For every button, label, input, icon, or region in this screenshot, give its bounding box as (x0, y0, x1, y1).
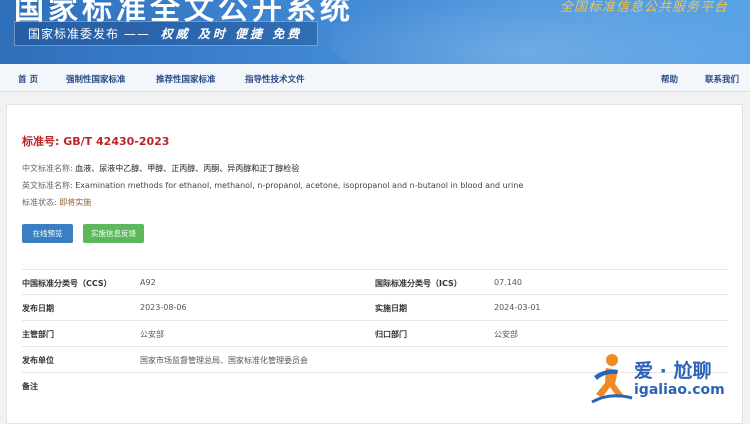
implement-date-label: 实施日期 (375, 304, 407, 313)
watermark-brand: 爱 · 尬聊 (634, 360, 712, 382)
issuer-label: 发布单位 (22, 356, 54, 365)
en-name-label: 英文标准名称: (22, 181, 73, 190)
detail-row-departments: 主管部门 公安部 归口部门 公安部 (22, 321, 728, 347)
issuer-value: 国家市场监督管理总局、国家标准化管理委员会 (140, 356, 308, 365)
en-name-line: 英文标准名称: Examination methods for ethanol,… (22, 180, 523, 191)
platform-motto: 全国标准信息公共服务平台 (559, 0, 728, 15)
cn-name-label: 中文标准名称: (22, 164, 73, 173)
dept-value: 公安部 (140, 330, 164, 339)
publish-date-label: 发布日期 (22, 304, 54, 313)
standard-number-value: GB/T 42430-2023 (63, 135, 170, 148)
site-banner: 国家标准全文公开系统 国家标准委发布 —— 权威 及时 便捷 免费 全国标准信息… (0, 0, 750, 64)
slogan: 国家标准委发布 —— 权威 及时 便捷 免费 (28, 25, 302, 42)
site-watermark: 爱 · 尬聊 igaliao.com (588, 350, 750, 410)
ics-label: 国际标准分类号（ICS） (375, 279, 462, 288)
nav-item-recommended[interactable]: 推荐性国家标准 (156, 73, 216, 85)
dept-label: 主管部门 (22, 330, 54, 339)
ccs-label: 中国标准分类号（CCS） (22, 279, 112, 288)
publish-date-value: 2023-08-06 (140, 303, 187, 312)
online-preview-button[interactable]: 在线预览 (22, 224, 73, 243)
detail-row-classification: 中国标准分类号（CCS） A92 国际标准分类号（ICS） 07.140 (22, 269, 728, 295)
tech-dept-value: 公安部 (494, 330, 518, 339)
status-label: 标准状态: (22, 198, 57, 207)
running-figure-icon (591, 354, 633, 404)
implement-date-value: 2024-03-01 (494, 303, 541, 312)
nav-item-help[interactable]: 帮助 (661, 73, 678, 85)
detail-row-dates: 发布日期 2023-08-06 实施日期 2024-03-01 (22, 295, 728, 321)
main-nav: 首 页 强制性国家标准 推荐性国家标准 指导性技术文件 帮助 联系我们 (0, 64, 750, 92)
nav-item-guidance[interactable]: 指导性技术文件 (245, 73, 305, 85)
ccs-value: A92 (140, 278, 156, 287)
status-value: 即将实施 (59, 198, 92, 207)
standard-number-label: 标准号: (22, 135, 60, 148)
standard-number: 标准号: GB/T 42430-2023 (22, 133, 169, 149)
cn-name-line: 中文标准名称: 血液、尿液中乙醇、甲醇、正丙醇、丙酮、异丙醇和正丁醇检验 (22, 163, 299, 174)
status-line: 标准状态: 即将实施 (22, 197, 91, 208)
nav-item-home[interactable]: 首 页 (18, 73, 38, 85)
slogan-values: 权威 及时 便捷 免费 (160, 27, 303, 41)
remarks-label: 备注 (22, 382, 38, 391)
nav-item-contact[interactable]: 联系我们 (705, 73, 739, 85)
watermark-url: igaliao.com (634, 382, 725, 398)
implementation-feedback-button[interactable]: 实施信息反馈 (83, 224, 144, 243)
nav-item-mandatory[interactable]: 强制性国家标准 (66, 73, 126, 85)
tech-dept-label: 归口部门 (375, 330, 407, 339)
en-name-value: Examination methods for ethanol, methano… (75, 181, 524, 190)
cn-name-value: 血液、尿液中乙醇、甲醇、正丙醇、丙酮、异丙醇和正丁醇检验 (75, 164, 300, 173)
ics-value: 07.140 (494, 278, 522, 287)
slogan-prefix: 国家标准委发布 —— (28, 27, 150, 41)
